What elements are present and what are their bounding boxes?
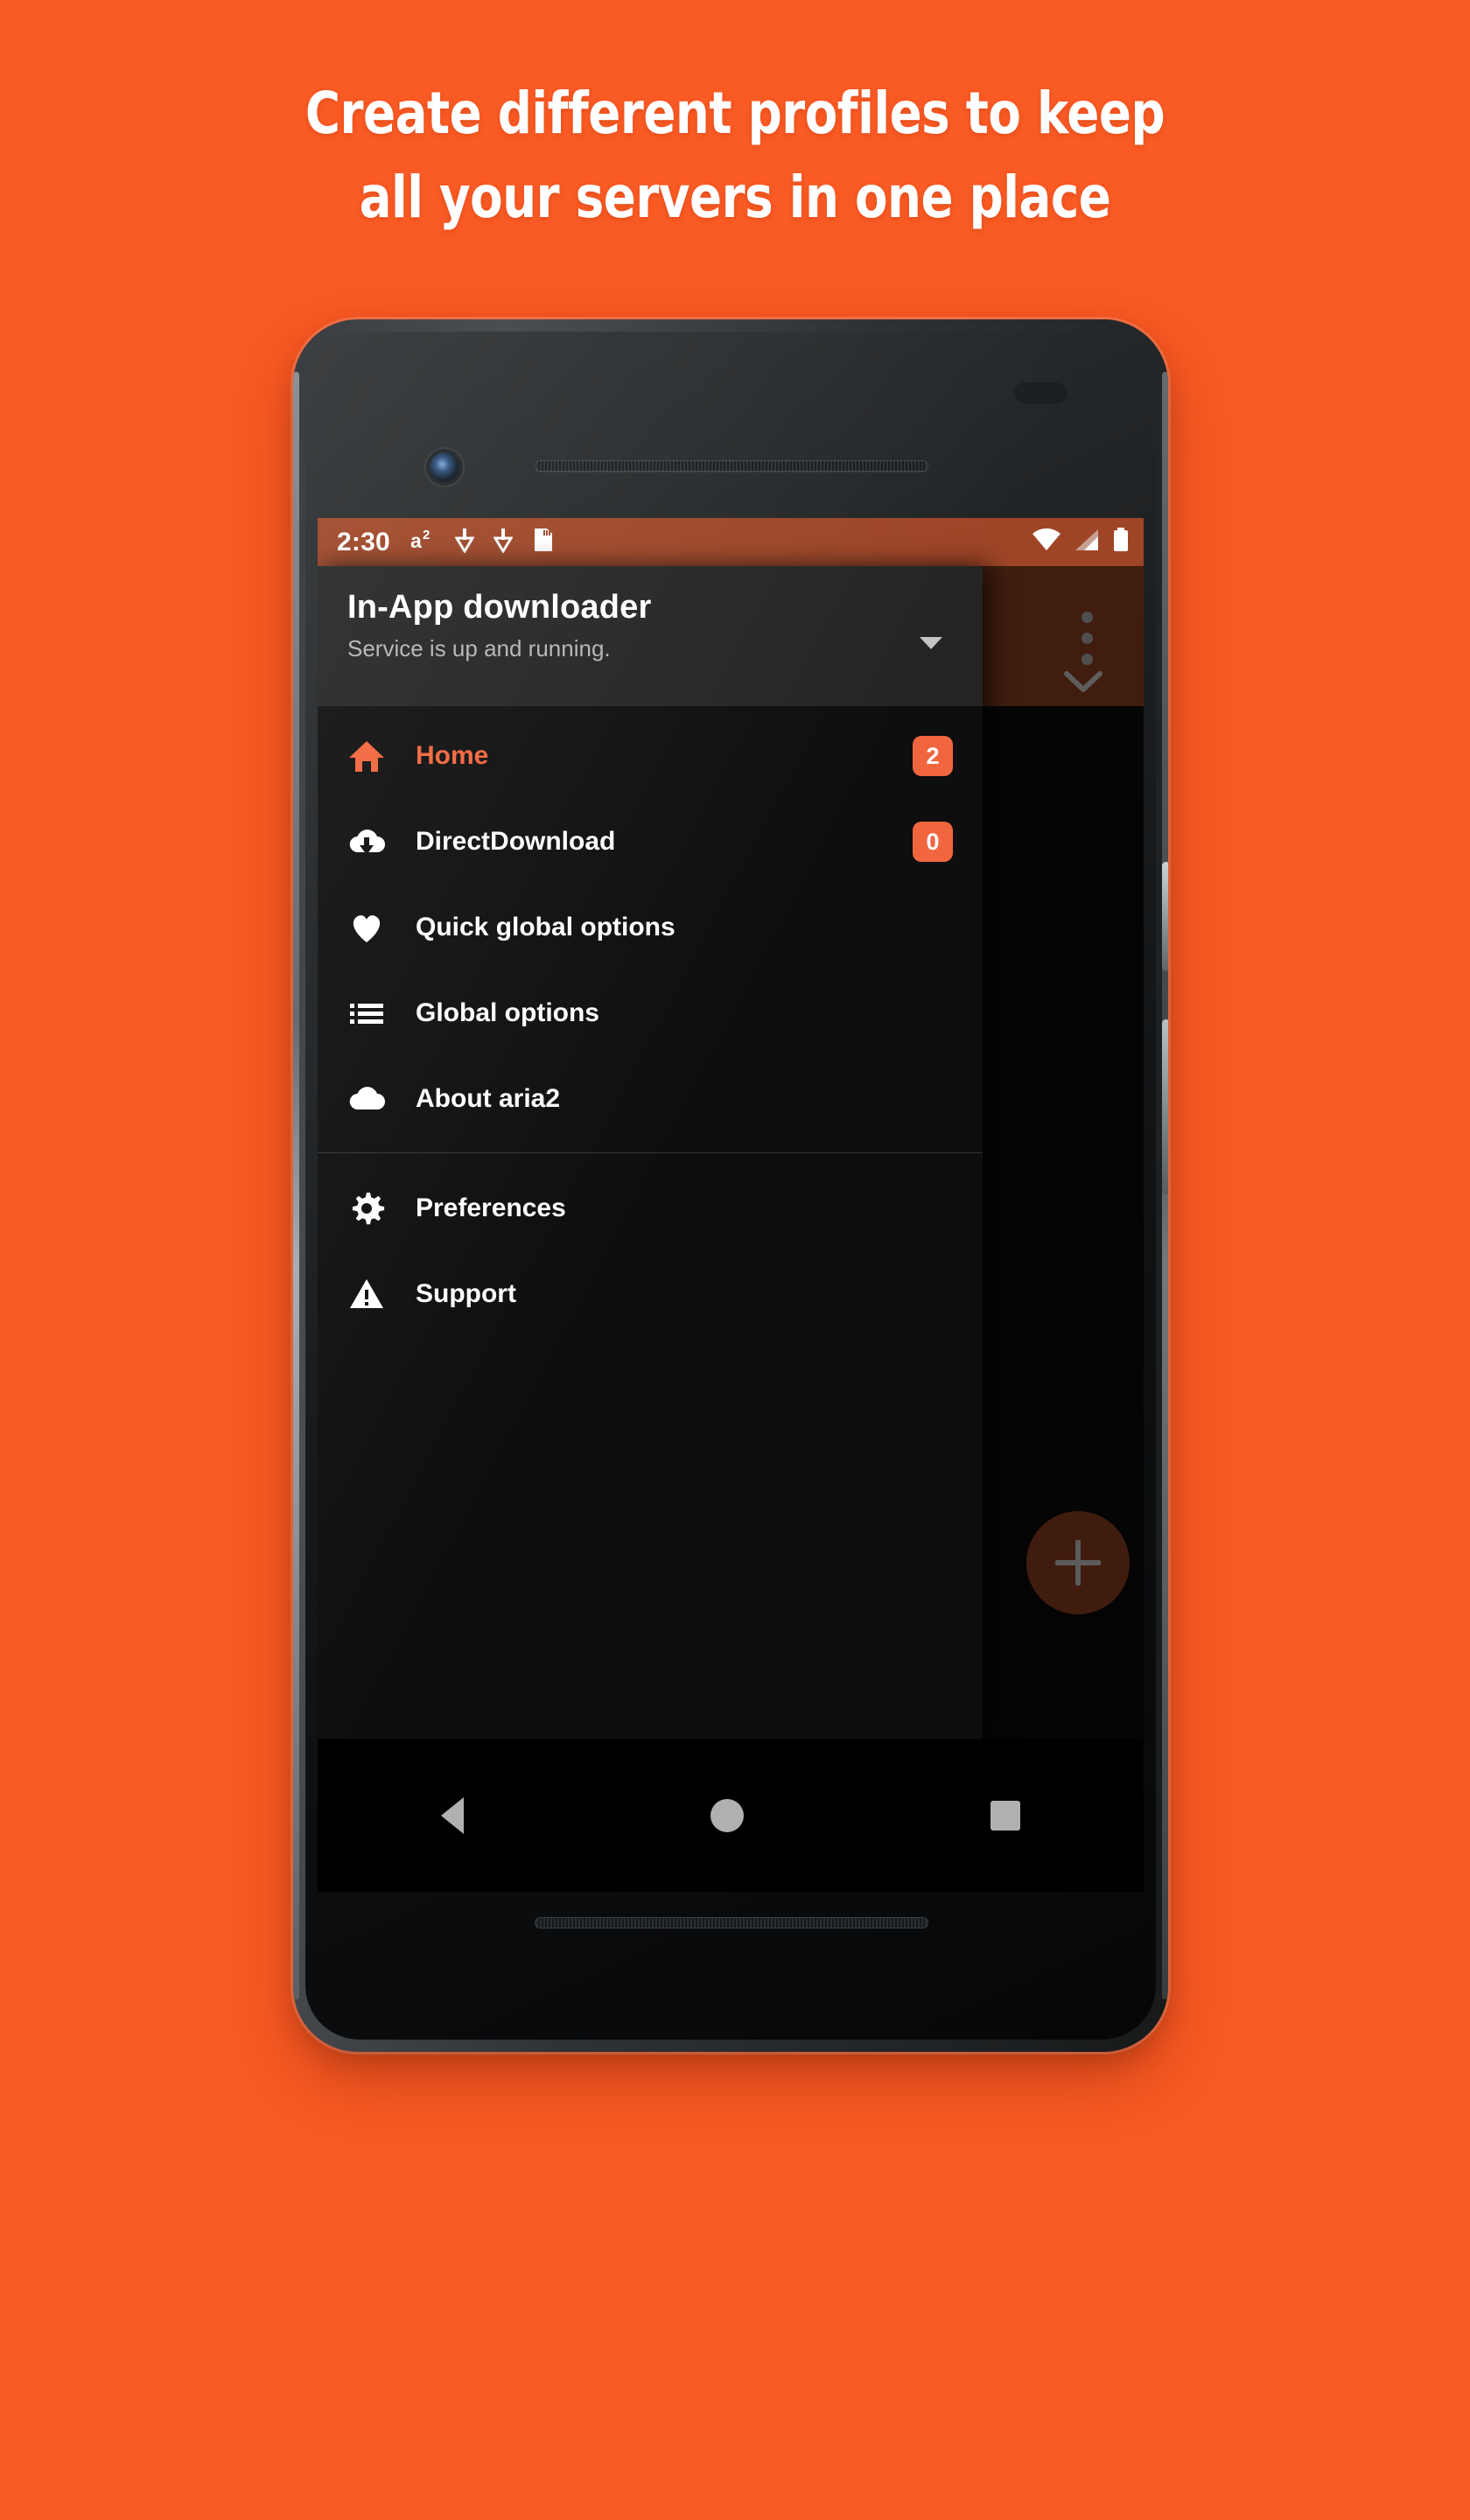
list-icon [347,994,416,1032]
bottom-speaker [535,1917,928,1928]
phone-left-rail [293,372,299,1999]
drawer-item-home[interactable]: Home 2 [318,713,983,799]
drawer-item-label: DirectDownload [416,827,616,856]
drawer-item-quick-global-options[interactable]: Quick global options [318,885,983,970]
drawer-profile-subtitle: Service is up and running. [347,635,611,662]
navigation-drawer: In-App downloader Service is up and runn… [318,566,983,1739]
drawer-item-label: Preferences [416,1194,566,1222]
power-button[interactable] [1162,862,1168,971]
back-triangle-icon[interactable] [441,1796,464,1834]
promo-headline-line-2: all your servers in one place [359,164,1111,231]
heart-icon [347,908,416,947]
download-arrow-icon [493,527,514,557]
promo-headline-line-1: Create different profiles to keep [304,80,1166,147]
drawer-item-label: Global options [416,998,599,1027]
warning-icon [347,1275,416,1313]
cellular-signal-icon [1074,528,1100,556]
drawer-profile-title: In-App downloader [347,589,652,626]
drawer-primary-list: Home 2 DirectDownload 0 Quick global opt… [318,706,983,1337]
sd-card-icon [532,527,555,557]
promo-headline: Create different profiles to keep all yo… [59,72,1411,240]
drawer-header[interactable]: In-App downloader Service is up and runn… [318,566,983,706]
drawer-item-label: Home [416,741,489,770]
volume-button[interactable] [1162,1019,1168,1194]
cloud-icon [347,1080,416,1118]
drawer-item-label: Quick global options [416,913,676,942]
home-circle-icon[interactable] [710,1798,744,1832]
proximity-sensor [1014,382,1067,403]
phone-mockup: 2:30 a2 In-App downloader Service is up … [293,319,1168,2052]
drawer-divider [318,1152,983,1153]
cloud-download-icon [347,822,416,861]
aria2-notification-icon: a2 [410,527,436,557]
drawer-item-badge: 2 [913,736,953,776]
drawer-item-label: About aria2 [416,1084,561,1113]
drawer-item-label: Support [416,1279,516,1308]
status-bar-left: 2:30 a2 [337,527,1032,557]
gear-icon [347,1189,416,1228]
status-bar-clock: 2:30 [337,527,390,556]
drawer-item-badge: 0 [913,822,953,862]
android-navigation-bar [318,1739,1144,1892]
wifi-icon [1032,528,1061,556]
battery-icon [1112,527,1130,557]
phone-screen: 2:30 a2 In-App downloader Service is up … [318,518,1144,1892]
drawer-item-global-options[interactable]: Global options [318,970,983,1056]
drawer-item-about-aria2[interactable]: About aria2 [318,1056,983,1142]
phone-glass: 2:30 a2 In-App downloader Service is up … [305,332,1156,2040]
home-icon [347,737,416,775]
drawer-item-support[interactable]: Support [318,1251,983,1337]
download-arrow-icon [454,527,475,557]
status-bar-right [1032,527,1130,557]
earpiece-speaker [535,460,928,472]
drawer-item-preferences[interactable]: Preferences [318,1166,983,1251]
status-bar: 2:30 a2 [318,518,1144,566]
front-camera [430,452,459,482]
drawer-item-directdownload[interactable]: DirectDownload 0 [318,799,983,885]
chevron-down-icon[interactable] [918,634,944,656]
svg-text:2: 2 [423,528,430,542]
recents-square-icon[interactable] [990,1800,1020,1830]
svg-text:a: a [410,529,422,552]
